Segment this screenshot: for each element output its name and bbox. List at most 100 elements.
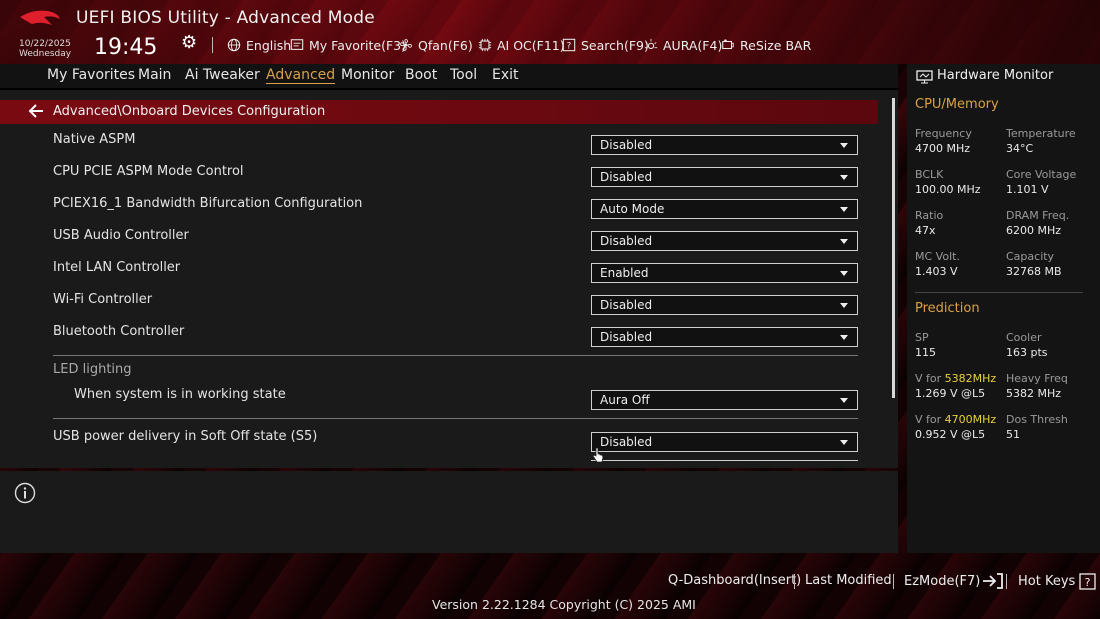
setting-label: PCIEX16_1 Bandwidth Bifurcation Configur… bbox=[53, 196, 363, 211]
hardware-monitor-title: Hardware Monitor bbox=[937, 68, 1054, 83]
dropdown-value: Auto Mode bbox=[600, 202, 665, 216]
chevron-down-icon bbox=[840, 303, 848, 308]
cooler-value: 163 pts bbox=[1006, 346, 1048, 359]
scrollbar[interactable] bbox=[892, 98, 895, 398]
dram-freq-label: DRAM Freq. bbox=[1006, 209, 1070, 222]
language-button[interactable]: English bbox=[226, 37, 291, 53]
menu-ai-tweaker[interactable]: Ai Tweaker bbox=[185, 67, 260, 83]
wifi-dropdown[interactable]: Disabled bbox=[591, 295, 858, 315]
monitor-icon bbox=[916, 70, 933, 84]
v-for-5382-value: 1.269 V @L5 bbox=[915, 387, 986, 400]
pciex16-bifurcation-dropdown[interactable]: Auto Mode bbox=[591, 199, 858, 219]
hot-keys-button[interactable]: Hot Keys ? bbox=[1018, 573, 1096, 590]
dropdown-value: Aura Off bbox=[600, 393, 650, 407]
ratio-label: Ratio bbox=[915, 209, 944, 222]
my-favorite-button[interactable]: My Favorite(F3) bbox=[289, 37, 406, 53]
temperature-label: Temperature bbox=[1006, 127, 1076, 140]
setting-row: USB Audio Controller Disabled bbox=[53, 228, 858, 251]
menu-my-favorites[interactable]: My Favorites bbox=[47, 67, 135, 83]
setting-row: CPU PCIE ASPM Mode Control Disabled bbox=[53, 164, 858, 187]
hardware-monitor-panel: Hardware Monitor CPU/Memory Frequency 47… bbox=[907, 64, 1100, 553]
toolbar-separator bbox=[212, 37, 213, 53]
frequency-label: Frequency bbox=[915, 127, 972, 140]
frequency-value: 4700 MHz bbox=[915, 142, 971, 155]
bclk-label: BCLK bbox=[915, 168, 944, 181]
capacity-label: Capacity bbox=[1006, 250, 1055, 263]
v-for-frequency: 5382MHz bbox=[944, 372, 997, 385]
help-icon: ? bbox=[1079, 573, 1096, 590]
menu-main[interactable]: Main bbox=[138, 67, 171, 83]
mc-volt-value: 1.403 V bbox=[915, 265, 958, 278]
v-for-4700-value: 0.952 V @L5 bbox=[915, 428, 986, 441]
app-title: UEFI BIOS Utility - Advanced Mode bbox=[76, 8, 375, 28]
native-aspm-dropdown[interactable]: Disabled bbox=[591, 135, 858, 155]
section-divider bbox=[53, 418, 858, 419]
svg-text:?: ? bbox=[567, 42, 572, 52]
bluetooth-dropdown[interactable]: Disabled bbox=[591, 327, 858, 347]
gear-icon[interactable]: ⚙ bbox=[181, 32, 197, 53]
back-arrow-icon[interactable] bbox=[27, 101, 45, 121]
date-text: 10/22/2025 bbox=[19, 39, 71, 49]
core-voltage-label: Core Voltage bbox=[1006, 168, 1077, 181]
qfan-button[interactable]: Qfan(F6) bbox=[398, 37, 473, 53]
prediction-section-title: Prediction bbox=[915, 301, 980, 316]
ezmode-button[interactable]: EzMode(F7) bbox=[904, 573, 1004, 589]
usb-audio-dropdown[interactable]: Disabled bbox=[591, 231, 858, 251]
v-for-prefix: V for bbox=[915, 372, 945, 385]
globe-icon bbox=[227, 38, 241, 52]
q-dashboard-button[interactable]: Q-Dashboard(Insert) bbox=[668, 573, 801, 588]
setting-label: CPU PCIE ASPM Mode Control bbox=[53, 164, 244, 179]
menu-boot[interactable]: Boot bbox=[405, 67, 437, 83]
favorite-list-icon bbox=[290, 39, 304, 50]
ai-oc-button[interactable]: AI OC(F11) bbox=[477, 37, 565, 53]
aura-label: AURA(F4) bbox=[663, 37, 723, 53]
intel-lan-dropdown[interactable]: Enabled bbox=[591, 263, 858, 283]
ezmode-label: EzMode(F7) bbox=[904, 573, 981, 589]
setting-label: USB power delivery in Soft Off state (S5… bbox=[53, 429, 318, 444]
setting-label: Bluetooth Controller bbox=[53, 324, 185, 339]
heavy-freq-label: Heavy Freq bbox=[1006, 372, 1068, 385]
led-section-title: LED lighting bbox=[53, 362, 132, 377]
menu-bar: My Favorites Main Ai Tweaker Advanced Mo… bbox=[0, 64, 898, 88]
last-modified-button[interactable]: Last Modified bbox=[805, 573, 892, 588]
capacity-value: 32768 MB bbox=[1006, 265, 1062, 278]
section-divider bbox=[53, 355, 858, 356]
dos-thresh-value: 51 bbox=[1006, 428, 1020, 441]
footer-separator bbox=[1006, 574, 1007, 589]
heavy-freq-value: 5382 MHz bbox=[1006, 387, 1062, 400]
menu-monitor[interactable]: Monitor bbox=[341, 67, 394, 83]
resize-bar-icon bbox=[722, 39, 734, 50]
next-dropdown-edge bbox=[591, 460, 858, 461]
menu-exit[interactable]: Exit bbox=[492, 67, 519, 83]
cpu-pcie-aspm-dropdown[interactable]: Disabled bbox=[591, 167, 858, 187]
dropdown-value: Disabled bbox=[600, 330, 653, 344]
setting-label: USB Audio Controller bbox=[53, 228, 189, 243]
aura-button[interactable]: AURA(F4) bbox=[643, 37, 722, 53]
my-favorite-label: My Favorite(F3) bbox=[309, 37, 407, 53]
chip-icon bbox=[478, 38, 492, 52]
setting-row: Bluetooth Controller Disabled bbox=[53, 324, 858, 347]
search-icon: ? bbox=[562, 38, 576, 52]
header-bar: UEFI BIOS Utility - Advanced Mode 10/22/… bbox=[0, 0, 1100, 64]
resize-bar-button[interactable]: ReSize BAR bbox=[720, 37, 811, 53]
info-icon bbox=[14, 482, 36, 504]
led-working-state-dropdown[interactable]: Aura Off bbox=[591, 390, 858, 410]
date-display: 10/22/2025 Wednesday bbox=[19, 39, 71, 59]
dropdown-value: Enabled bbox=[600, 266, 649, 280]
chevron-down-icon bbox=[840, 143, 848, 148]
footer-separator bbox=[794, 574, 795, 589]
version-copyright: Version 2.22.1284 Copyright (C) 2025 AMI bbox=[432, 597, 696, 612]
v-for-4700-label: V for 4700MHz bbox=[915, 413, 996, 426]
qfan-label: Qfan(F6) bbox=[418, 37, 473, 53]
usb-s5-dropdown[interactable]: Disabled bbox=[591, 432, 858, 452]
setting-row: Wi-Fi Controller Disabled bbox=[53, 292, 858, 315]
hw-divider bbox=[915, 292, 1083, 293]
menu-tool[interactable]: Tool bbox=[450, 67, 477, 83]
search-button[interactable]: ? Search(F9) bbox=[561, 37, 649, 53]
v-for-prefix: V for bbox=[915, 413, 945, 426]
setting-label: Native ASPM bbox=[53, 132, 136, 147]
setting-row: USB power delivery in Soft Off state (S5… bbox=[53, 429, 858, 452]
settings-panel: Advanced\Onboard Devices Configuration N… bbox=[0, 88, 898, 468]
menu-advanced[interactable]: Advanced bbox=[266, 67, 336, 84]
language-label: English bbox=[246, 37, 292, 53]
